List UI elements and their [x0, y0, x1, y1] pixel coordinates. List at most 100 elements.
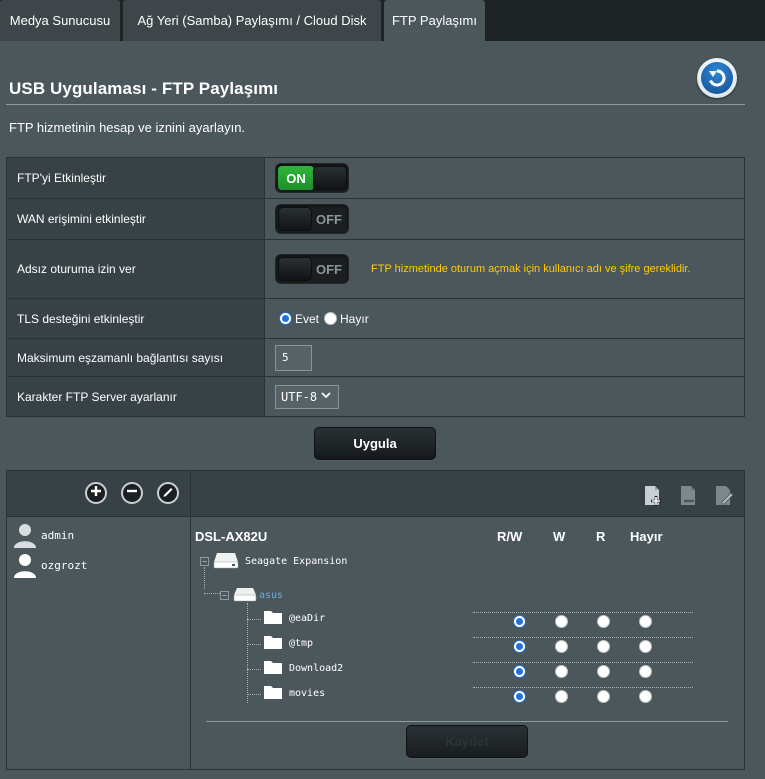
folder-name: Download2	[289, 663, 344, 674]
max-connections-label: Maksimum eşzamanlı bağlantısı sayısı	[7, 339, 265, 376]
chevron-down-icon	[321, 391, 331, 402]
folder-row-eadir[interactable]: @eaDir	[263, 609, 325, 628]
perm-radio-eadir-r[interactable]	[597, 615, 610, 628]
row-divider	[473, 687, 693, 688]
col-header-none: Hayır	[630, 529, 663, 544]
settings-table: FTP'yi Etkinleştir ON WAN erişimini etki…	[6, 157, 745, 417]
account-name: admin	[41, 528, 75, 542]
user-icon	[11, 521, 39, 549]
folder-icon	[263, 609, 283, 628]
perm-radio-tmp-r[interactable]	[597, 640, 610, 653]
tree-connector	[247, 644, 261, 645]
apply-button[interactable]: Uygula	[314, 427, 436, 460]
add-icon	[89, 484, 103, 503]
page-title: USB Uygulaması - FTP Paylaşımı	[9, 79, 279, 98]
row-divider	[473, 662, 693, 663]
tree-node-disk[interactable]: − Seagate Expansion	[200, 551, 347, 572]
tree-connector	[247, 694, 261, 695]
user-icon	[11, 551, 39, 579]
tree-connector	[204, 567, 205, 589]
wan-access-toggle[interactable]: OFF	[275, 204, 349, 234]
account-list: admin ozgrozt	[7, 517, 191, 769]
perm-radio-movies-none[interactable]	[639, 690, 652, 703]
disk-name: Seagate Expansion	[245, 556, 348, 567]
tree-connector	[247, 619, 261, 620]
title-divider	[6, 104, 745, 105]
perm-radio-tmp-none[interactable]	[639, 640, 652, 653]
folder-name: @tmp	[289, 638, 314, 649]
toggle-knob	[278, 207, 312, 231]
max-connections-input[interactable]: 5	[275, 344, 312, 371]
perm-radio-download2-w[interactable]	[555, 665, 568, 678]
collapse-icon[interactable]: −	[220, 591, 229, 600]
perm-radio-download2-rw[interactable]	[513, 665, 526, 678]
perm-radio-eadir-rw[interactable]	[513, 615, 526, 628]
tls-yes-radio[interactable]	[279, 312, 292, 325]
wan-access-label: WAN erişimini etkinleştir	[7, 199, 265, 239]
toggle-on-label: ON	[278, 166, 314, 190]
enable-ftp-label: FTP'yi Etkinleştir	[7, 158, 265, 198]
partition-disk-icon	[233, 586, 257, 605]
row-divider	[473, 612, 693, 613]
page-description: FTP hizmetinin hesap ve iznini ayarlayın…	[9, 120, 246, 135]
back-button[interactable]	[697, 58, 737, 98]
tls-label: TLS desteğini etkinleştir	[7, 299, 265, 338]
disk-icon	[213, 551, 239, 572]
toggle-knob	[278, 257, 312, 281]
folder-row-tmp[interactable]: @tmp	[263, 634, 313, 653]
partition-name: asus	[259, 590, 284, 601]
perm-radio-eadir-none[interactable]	[639, 615, 652, 628]
row-divider	[473, 637, 693, 638]
add-account-button[interactable]	[85, 482, 107, 504]
perm-radio-download2-r[interactable]	[597, 665, 610, 678]
tab-ftp-share[interactable]: FTP Paylaşımı	[384, 0, 485, 41]
col-header-r: R	[596, 529, 606, 544]
tree-node-partition[interactable]: − asus	[220, 586, 283, 605]
row-charset: Karakter FTP Server ayarlanır UTF-8	[7, 377, 744, 416]
perm-radio-movies-rw[interactable]	[513, 690, 526, 703]
col-header-w: W	[553, 529, 566, 544]
account-item-admin[interactable]: admin	[11, 521, 74, 549]
charset-value: UTF-8	[281, 389, 318, 404]
back-arrow-icon	[701, 62, 733, 94]
folder-row-movies[interactable]: movies	[263, 684, 325, 703]
perm-radio-movies-r[interactable]	[597, 690, 610, 703]
folder-icon	[263, 634, 283, 653]
remove-icon	[125, 484, 139, 503]
charset-select[interactable]: UTF-8	[275, 384, 339, 409]
col-header-rw: R/W	[497, 529, 523, 544]
perm-radio-download2-none[interactable]	[639, 665, 652, 678]
tls-no-label: Hayır	[340, 311, 369, 326]
edit-folder-icon[interactable]	[714, 485, 736, 512]
perm-radio-eadir-w[interactable]	[555, 615, 568, 628]
folder-row-download2[interactable]: Download2	[263, 659, 343, 678]
row-max-connections: Maksimum eşzamanlı bağlantısı sayısı 5	[7, 339, 744, 377]
perm-radio-tmp-w[interactable]	[555, 640, 568, 653]
perm-radio-movies-w[interactable]	[555, 690, 568, 703]
add-folder-icon[interactable]	[643, 485, 663, 512]
edit-account-button[interactable]	[157, 482, 179, 504]
anonymous-login-note: FTP hizmetinde oturum açmak için kullanı…	[371, 263, 691, 275]
perm-radio-tmp-rw[interactable]	[513, 640, 526, 653]
tls-no-radio[interactable]	[324, 312, 338, 325]
account-name: ozgrozt	[41, 558, 88, 572]
tab-bar: Medya Sunucusu Ağ Yeri (Samba) Paylaşımı…	[0, 0, 765, 41]
toggle-off-label: OFF	[316, 212, 342, 227]
anonymous-login-toggle[interactable]: OFF	[275, 254, 349, 284]
tab-media-server[interactable]: Medya Sunucusu	[0, 0, 120, 41]
account-item-ozgrozt[interactable]: ozgrozt	[11, 551, 87, 579]
account-toolbar	[7, 471, 191, 517]
tab-samba-cloud-disk[interactable]: Ağ Yeri (Samba) Paylaşımı / Cloud Disk	[123, 0, 381, 41]
toggle-knob	[313, 166, 347, 190]
edit-icon	[161, 484, 175, 503]
delete-folder-icon[interactable]	[679, 485, 699, 512]
row-enable-ftp: FTP'yi Etkinleştir ON	[7, 158, 744, 199]
router-name: DSL-AX82U	[195, 529, 268, 544]
folder-name: @eaDir	[289, 613, 326, 624]
account-permission-area: admin ozgrozt DSL-AX82U R/W W R Hayır − …	[6, 470, 745, 770]
row-tls: TLS desteğini etkinleştir Evet Hayır	[7, 299, 744, 339]
enable-ftp-toggle[interactable]: ON	[275, 163, 349, 193]
collapse-icon[interactable]: −	[200, 557, 209, 566]
remove-account-button[interactable]	[121, 482, 143, 504]
save-button[interactable]: Kaydet	[406, 725, 528, 758]
